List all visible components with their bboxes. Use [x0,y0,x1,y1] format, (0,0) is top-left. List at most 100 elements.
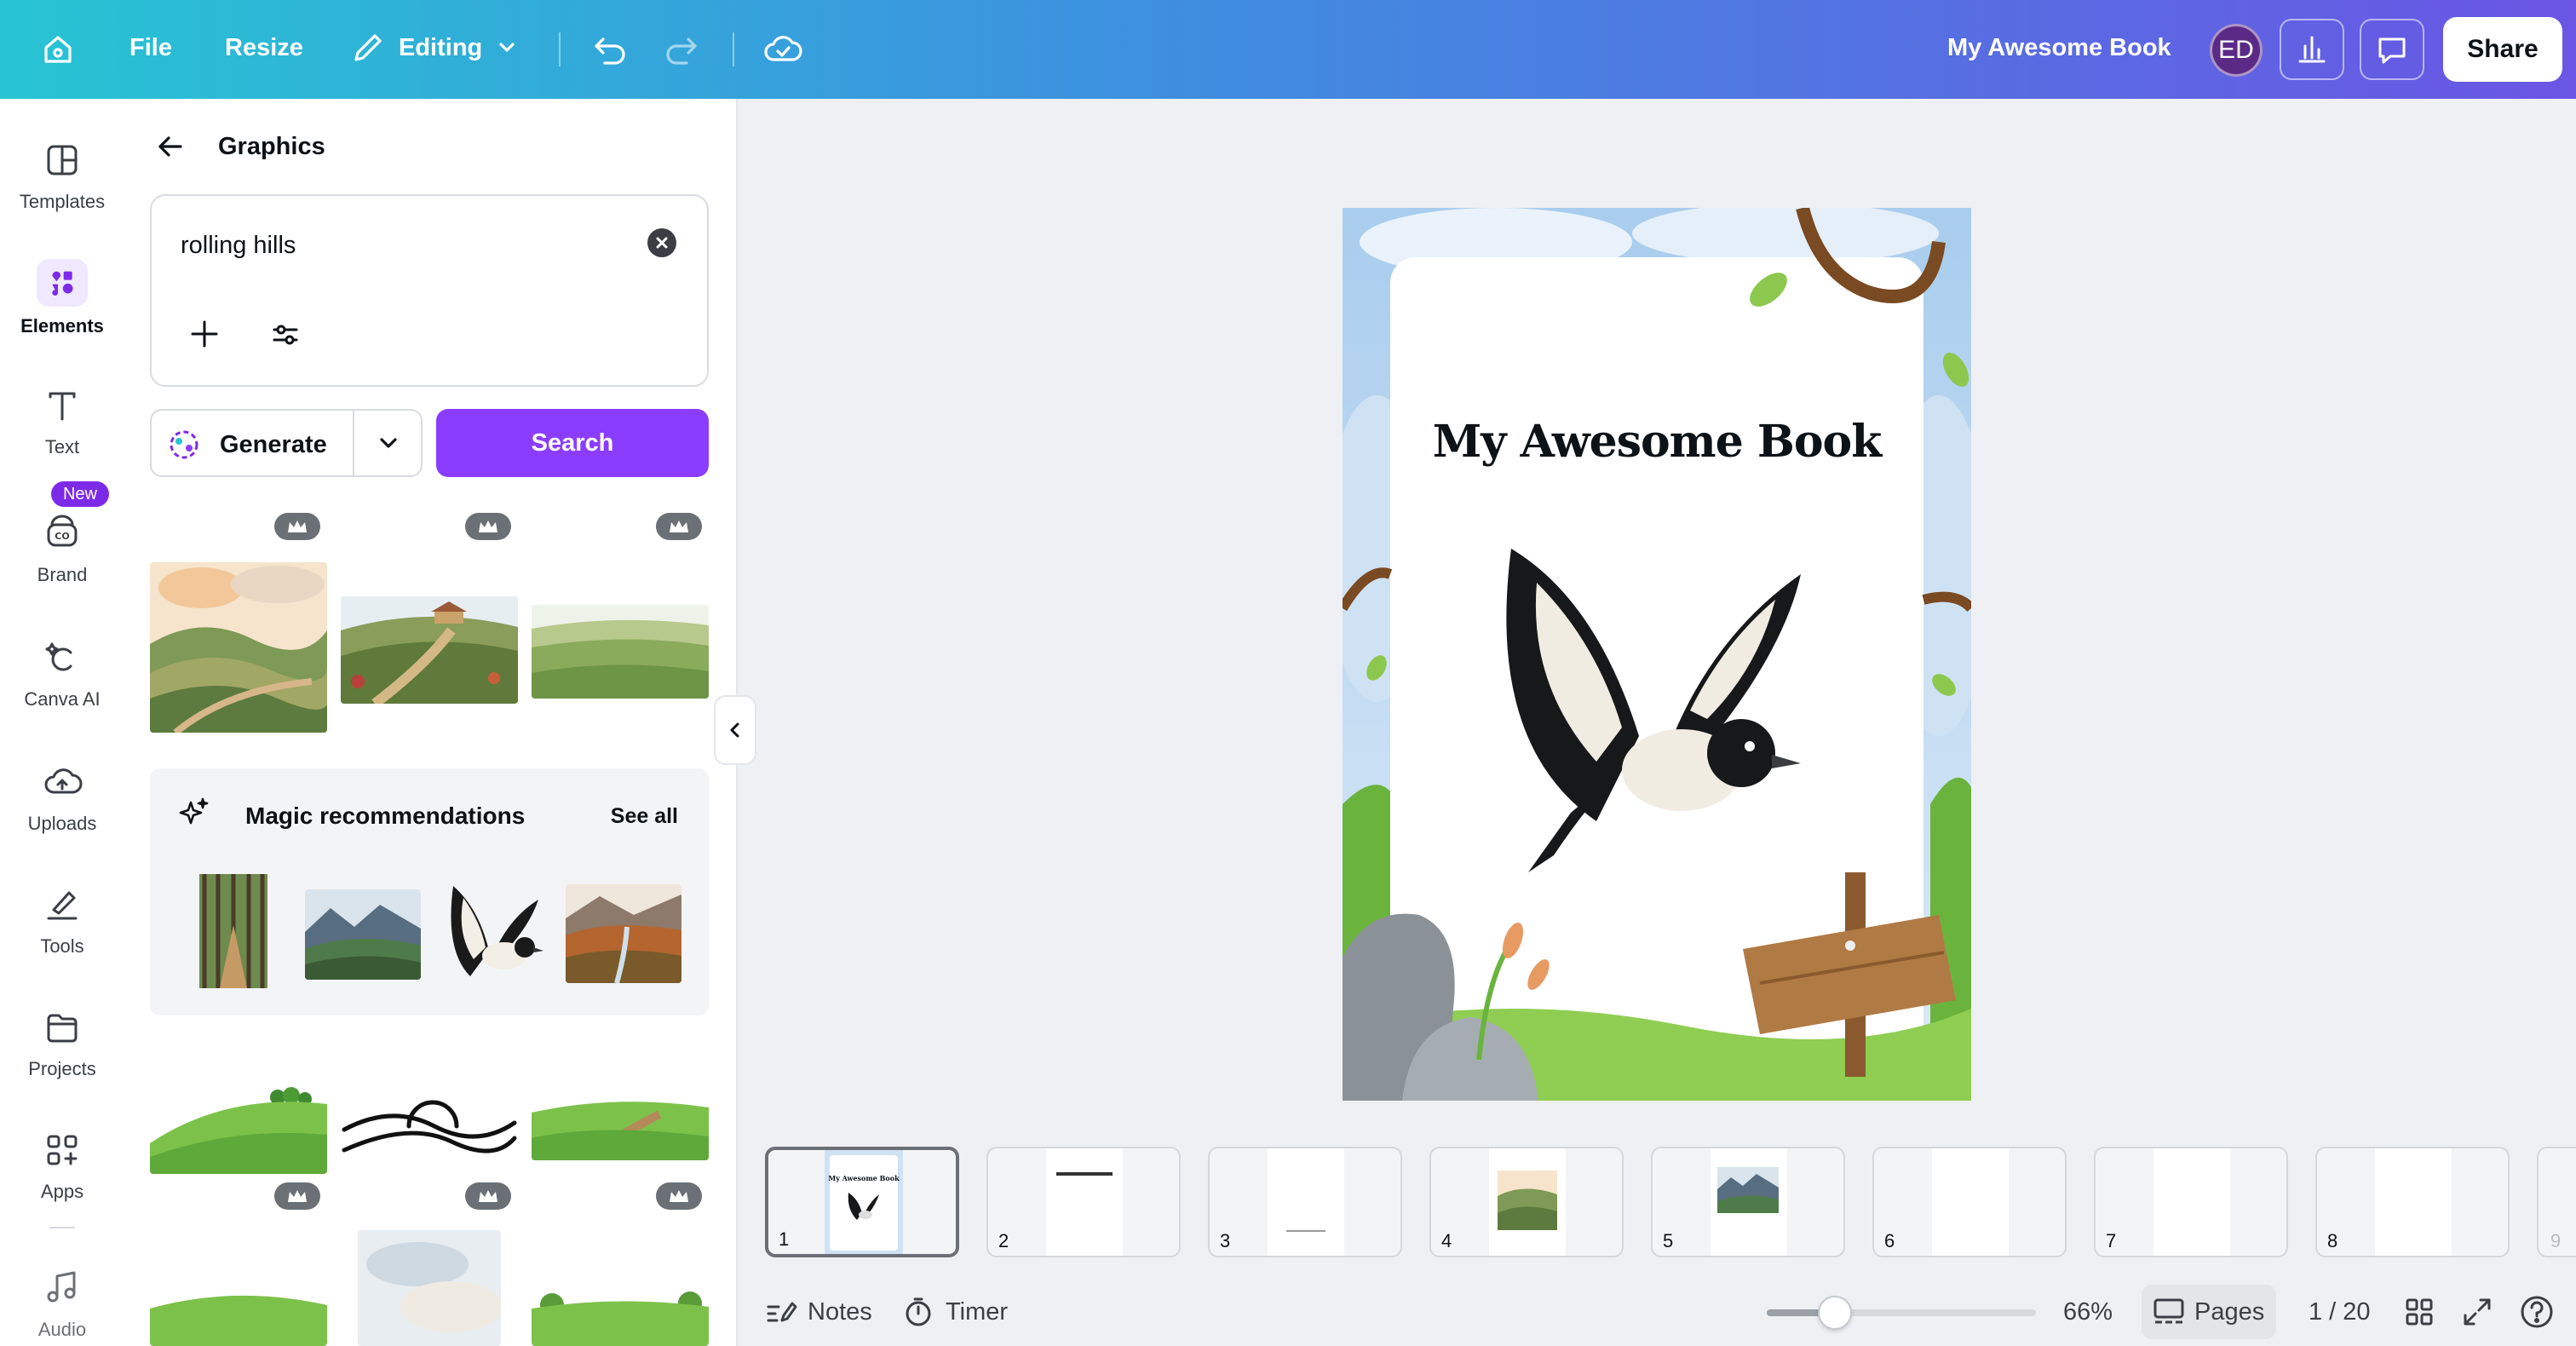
graphic-tuscan-road[interactable] [341,596,518,704]
graphic-watercolor-sky[interactable] [358,1230,501,1346]
magic-rec-magpie[interactable] [436,874,552,992]
document-title[interactable]: My Awesome Book [1947,34,2171,62]
graphic-line-hills-sun[interactable] [341,1087,518,1164]
magic-rec-mountains[interactable] [305,889,421,980]
page-thumbnail[interactable]: 5 [1651,1147,1845,1257]
rail-item-label: Audio [37,1319,87,1340]
timer-button[interactable]: Timer [901,1295,1008,1329]
generate-button[interactable]: Generate [150,409,423,477]
zoom-level[interactable]: 66% [2063,1298,2113,1326]
back-arrow-icon[interactable] [153,129,187,168]
book-title[interactable]: My Awesome Book [1343,416,1971,468]
apps-icon [47,1135,78,1165]
graphic-green-field[interactable] [532,1280,709,1346]
page-number: 2 [998,1230,1009,1251]
comment-button[interactable] [2360,19,2424,80]
chevron-down-icon[interactable] [375,429,402,461]
notes-label: Notes [808,1297,872,1326]
page-thumbnail[interactable]: 2 [986,1147,1181,1257]
insights-button[interactable] [2280,19,2344,80]
zoom-slider-thumb[interactable] [1818,1296,1853,1330]
page-thumbnail[interactable]: 6 [1872,1147,2067,1257]
pages-view-button[interactable]: Pages [2142,1285,2276,1339]
panel-title: Graphics [218,133,325,160]
magic-recommendations-title: Magic recommendations [245,802,526,829]
bar-chart-icon [2298,36,2326,63]
home-icon[interactable] [39,31,77,68]
graphic-hill-path[interactable] [532,1089,709,1160]
svg-text:CO: CO [55,531,69,542]
search-box[interactable]: rolling hills [150,194,709,387]
crown-icon [656,1182,702,1210]
magpie-illustration[interactable] [1494,549,1818,889]
chevron-left-icon [730,722,739,738]
rail-item-brand[interactable]: CO Brand [0,513,124,586]
crown-icon [656,513,702,540]
text-icon [49,392,76,421]
rail-item-tools[interactable]: Tools [0,884,124,958]
templates-icon [47,145,78,175]
brand-icon: CO [47,515,78,547]
rail-item-text[interactable]: Text [0,385,124,458]
notes-button[interactable]: Notes [763,1295,872,1329]
rail-item-elements[interactable]: Elements [0,259,124,337]
crown-icon [274,513,320,540]
rail-item-label: Apps [40,1181,84,1202]
page-thumbnail[interactable]: My Awesome Book 1 [765,1147,959,1257]
rail-item-uploads[interactable]: Uploads [0,762,124,835]
page-thumbnail[interactable]: 4 [1429,1147,1624,1257]
undo-icon[interactable] [591,31,629,68]
crown-icon [274,1182,320,1210]
help-icon[interactable] [2518,1293,2556,1331]
editing-mode-dropdown[interactable]: Editing [349,29,520,66]
add-icon[interactable] [189,319,220,354]
rail-item-label: Canva AI [24,688,101,710]
pages-icon [2153,1298,2184,1324]
page-preview [1711,1148,1787,1256]
design-canvas[interactable]: My Awesome Book [1343,208,1971,1101]
page-thumbnail[interactable]: 9 [2537,1147,2576,1257]
zoom-slider[interactable] [1767,1296,2036,1330]
page-thumbnail[interactable]: 7 [2094,1147,2288,1257]
pencil-icon [354,34,382,61]
search-button[interactable]: Search [436,409,709,477]
redo-icon[interactable] [663,31,700,68]
graphic-green-slope[interactable] [150,1288,327,1346]
search-input[interactable]: rolling hills [181,232,296,260]
rail-item-templates[interactable]: Templates [0,140,124,213]
cloud-saved-icon[interactable] [763,31,802,68]
page-number: 7 [2106,1230,2117,1251]
clear-search-icon[interactable] [647,228,676,257]
page-thumbnail[interactable]: 3 [1208,1147,1402,1257]
page-number: 9 [2550,1230,2562,1251]
canva-ai-icon [45,642,72,671]
page-preview [1046,1148,1123,1256]
rail-item-apps[interactable]: Apps [0,1130,124,1203]
rail-item-canva-ai[interactable]: Canva AI [0,637,124,710]
rail-item-label: Text [44,436,80,457]
magic-rec-autumn-valley[interactable] [566,884,681,983]
fullscreen-icon[interactable] [2460,1295,2494,1329]
rail-item-label: Brand [37,564,88,585]
filter-icon[interactable] [271,320,300,354]
collapse-panel-button[interactable] [714,695,756,765]
graphic-green-hill[interactable] [150,1075,327,1174]
avatar[interactable]: ED [2210,24,2263,77]
resize-menu[interactable]: Resize [225,34,303,62]
elements-icon [37,259,88,307]
see-all-link[interactable]: See all [611,804,678,829]
rail-item-projects[interactable]: Projects [0,1007,124,1080]
rail-item-label: Templates [19,191,106,212]
graphic-watercolor-hills[interactable] [150,562,327,733]
new-badge: New [51,481,109,507]
rail-item-audio[interactable]: Audio [0,1268,124,1341]
magic-recommendations-section: Magic recommendations See all [150,768,709,1015]
folder-icon [47,1014,78,1043]
rail-item-label: Projects [28,1058,96,1079]
grid-view-icon[interactable] [2402,1295,2436,1329]
page-thumbnail[interactable]: 8 [2315,1147,2510,1257]
file-menu[interactable]: File [129,34,172,62]
share-button[interactable]: Share [2443,17,2562,82]
magic-rec-forest-path[interactable] [194,874,273,992]
graphic-green-meadow[interactable] [532,605,709,699]
